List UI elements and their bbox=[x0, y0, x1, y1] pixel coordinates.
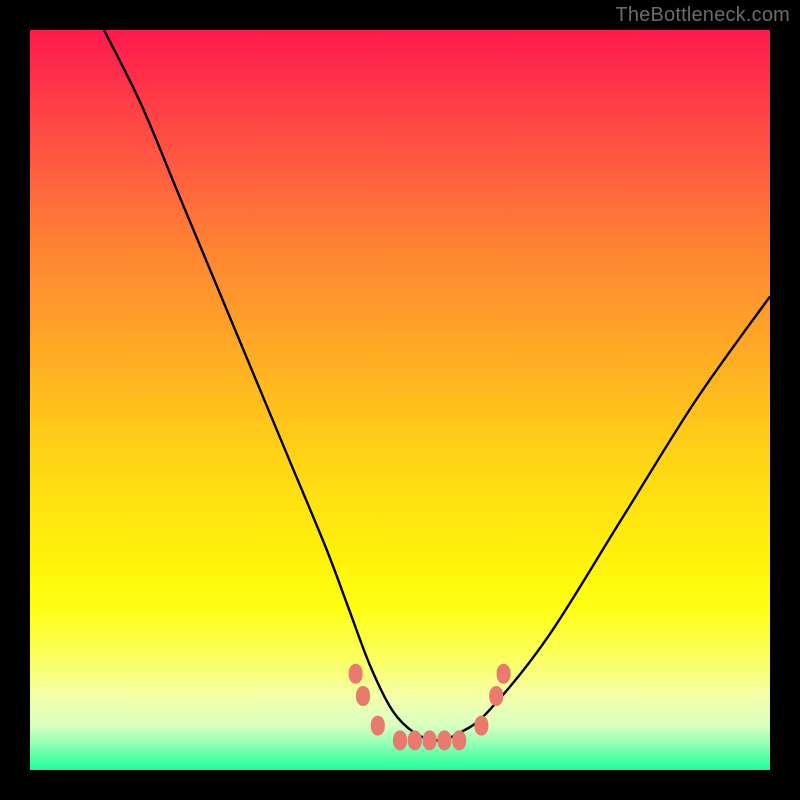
curve-marker bbox=[474, 716, 488, 736]
curve-marker bbox=[452, 730, 466, 750]
chart-frame: TheBottleneck.com bbox=[0, 0, 800, 800]
bottleneck-curve bbox=[104, 30, 770, 740]
marker-group bbox=[349, 664, 511, 751]
curve-marker bbox=[423, 730, 437, 750]
curve-marker bbox=[371, 716, 385, 736]
curve-marker bbox=[497, 664, 511, 684]
curve-marker bbox=[393, 730, 407, 750]
curve-marker bbox=[408, 730, 422, 750]
watermark-text: TheBottleneck.com bbox=[615, 4, 790, 27]
plot-area bbox=[30, 30, 770, 770]
curve-marker bbox=[489, 686, 503, 706]
curve-layer bbox=[30, 30, 770, 770]
curve-marker bbox=[437, 730, 451, 750]
curve-marker bbox=[349, 664, 363, 684]
curve-marker bbox=[356, 686, 370, 706]
